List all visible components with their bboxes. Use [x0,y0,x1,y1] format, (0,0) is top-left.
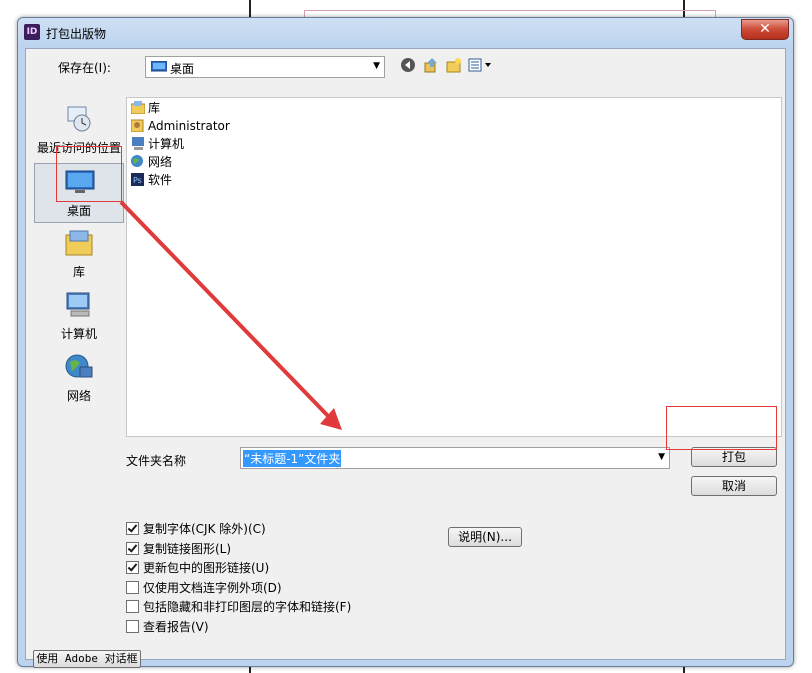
location-dropdown[interactable]: 桌面 ▼ [145,56,385,78]
checkbox[interactable] [126,620,139,633]
option-include-hidden-layers[interactable]: 包括隐藏和非打印图层的字体和链接(F) [126,599,351,615]
network-icon [131,155,143,167]
view-menu-icon[interactable] [468,57,494,75]
up-folder-icon[interactable] [422,57,440,75]
checkbox[interactable] [126,522,139,535]
dialog-title: 打包出版物 [46,27,107,41]
file-name: 软件 [148,173,173,187]
svg-text:Ps: Ps [133,176,142,185]
option-label: 查看报告(V) [143,620,209,634]
place-label: 网络 [66,389,91,403]
user-folder-icon [131,119,144,132]
list-item[interactable]: 网络 [131,154,172,170]
recent-places-icon [67,106,91,132]
folder-name-value: “未标题-1”文件夹 [243,450,342,467]
option-copy-linked-graphics[interactable]: 复制链接图形(L) [126,541,231,557]
libraries-icon [65,230,93,256]
option-label: 复制字体(CJK 除外)(C) [143,522,266,536]
file-name: 网络 [148,155,173,169]
checkbox[interactable] [126,561,139,574]
folder-name-label: 文件夹名称 [126,454,187,468]
option-copy-fonts[interactable]: 复制字体(CJK 除外)(C) [126,521,266,537]
computer-icon [132,137,144,150]
place-libraries[interactable]: 库 [34,225,124,285]
new-folder-icon[interactable] [445,57,463,75]
option-label: 复制链接图形(L) [143,542,232,556]
photoshop-icon: Ps [131,173,144,186]
annotation-highlight-package [666,406,777,450]
checkbox[interactable] [126,600,139,613]
list-item[interactable]: 库 [131,100,160,116]
use-adobe-dialog-button[interactable]: 使用 Adobe 对话框 [33,650,141,668]
list-item[interactable]: 计算机 [131,136,184,152]
file-name: Administrator [148,119,230,133]
libraries-icon [131,101,145,114]
annotation-highlight-desktop [56,146,122,202]
dialog-body: 保存在(I): 桌面 ▼ 最近访问的位置 桌面 库 计算机 网络 库 Admin… [25,48,786,668]
chevron-down-icon[interactable]: ▼ [658,452,665,462]
place-label: 计算机 [60,327,97,341]
file-name: 计算机 [148,137,185,151]
file-name: 库 [148,101,161,115]
back-icon[interactable] [399,57,417,75]
option-update-graphic-links[interactable]: 更新包中的图形链接(U) [126,560,269,576]
place-label: 库 [72,265,85,279]
file-list[interactable]: 库 Administrator 计算机 网络 Ps 软件 [126,97,782,437]
location-value: 桌面 [170,62,195,76]
indesign-app-icon: ID [24,24,40,40]
option-label: 包括隐藏和非打印图层的字体和链接(F) [143,600,352,614]
title-bar[interactable]: ID 打包出版物 ✕ [18,18,793,46]
desktop-icon [151,61,167,72]
place-label: 桌面 [66,204,91,218]
save-in-label: 保存在(I): [58,61,111,75]
computer-icon [66,292,90,317]
cancel-button[interactable]: 取消 [691,476,777,496]
place-computer[interactable]: 计算机 [34,287,124,347]
instructions-button[interactable]: 说明(N)... [448,527,522,547]
list-item[interactable]: Administrator [131,118,230,134]
checkbox[interactable] [126,542,139,555]
checkbox[interactable] [126,581,139,594]
option-label: 更新包中的图形链接(U) [143,561,270,575]
chevron-down-icon: ▼ [373,61,380,71]
folder-name-input[interactable]: “未标题-1”文件夹 ▼ [240,447,670,469]
option-label: 仅使用文档连字例外项(D) [143,581,282,595]
option-document-hyphenation[interactable]: 仅使用文档连字例外项(D) [126,580,282,596]
package-dialog: ID 打包出版物 ✕ 保存在(I): 桌面 ▼ 最近访问的位置 桌面 库 计算机… [17,17,794,668]
network-icon [65,354,93,378]
place-network[interactable]: 网络 [34,349,124,409]
list-item[interactable]: Ps 软件 [131,172,172,188]
close-button[interactable]: ✕ [741,19,789,40]
package-button[interactable]: 打包 [691,447,777,467]
option-view-report[interactable]: 查看报告(V) [126,619,209,635]
close-icon: ✕ [759,21,771,37]
